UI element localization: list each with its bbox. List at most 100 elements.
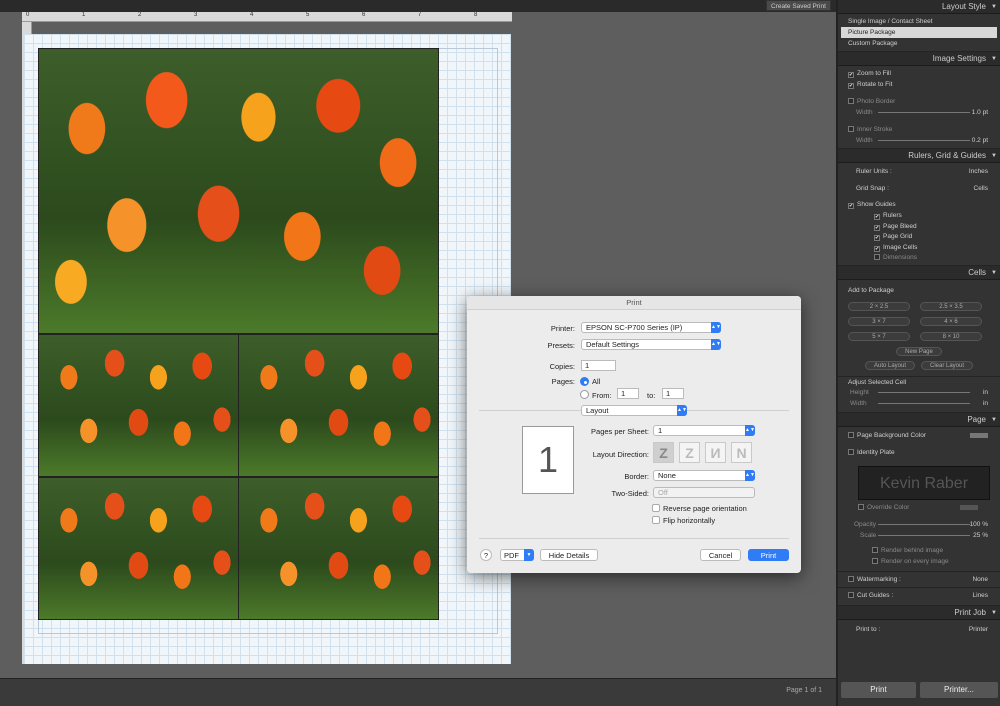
create-saved-print-button[interactable]: Create Saved Print (766, 0, 831, 11)
rulers-grid-header[interactable]: Rulers, Grid & Guides (838, 149, 1000, 163)
clear-layout-button[interactable]: Clear Layout (921, 360, 973, 370)
cut-guides-row[interactable]: Cut Guides : Lines (838, 586, 1000, 604)
ruler-units-row[interactable]: Ruler Units : Inches (838, 165, 1000, 179)
override-color-option[interactable]: Override Color (838, 502, 1000, 513)
direction-option[interactable]: Z (679, 442, 700, 463)
layout-style-custom[interactable]: Custom Package (841, 38, 997, 49)
watermarking-value[interactable]: None (972, 572, 988, 588)
border-select[interactable]: None ▲▼ (653, 470, 755, 481)
show-guides-option[interactable]: ✔ Show Guides (838, 199, 1000, 210)
pages-to-input[interactable]: 1 (662, 388, 684, 399)
checkbox-icon[interactable] (858, 503, 864, 510)
photo-border-option[interactable]: Photo Border (838, 96, 1000, 107)
grid-snap-value[interactable]: Cells (974, 182, 988, 196)
photo-cell-small[interactable] (238, 477, 439, 620)
identity-plate-option[interactable]: Identity Plate (838, 446, 1000, 460)
checkbox-icon[interactable]: ✔ (874, 235, 880, 241)
stroke-slider[interactable] (878, 140, 970, 141)
print-to-value[interactable]: Printer (969, 622, 988, 638)
photo-cell-small[interactable] (38, 477, 239, 620)
cancel-button[interactable]: Cancel (700, 549, 741, 561)
guide-image-cells[interactable]: ✔ Image Cells (838, 242, 1000, 253)
width-slider[interactable] (878, 112, 970, 113)
page-header[interactable]: Page (838, 412, 1000, 427)
identity-plate-preview[interactable]: Kevin Raber (858, 465, 990, 500)
render-every-option[interactable]: Render on every image (838, 556, 1000, 567)
print-to-row[interactable]: Print to : Printer (838, 622, 1000, 638)
photo-cell-small[interactable] (38, 334, 239, 477)
checkbox-icon[interactable] (872, 557, 878, 564)
new-page-button[interactable]: New Page (896, 346, 942, 356)
opacity-slider[interactable] (878, 523, 970, 525)
cell-size-button[interactable]: 2 × 2.5 (848, 301, 910, 311)
flip-checkbox[interactable] (652, 516, 660, 524)
photo-cell-large[interactable] (38, 48, 439, 334)
direction-option[interactable]: И (705, 442, 726, 463)
zoom-to-fill-option[interactable]: ✔ Zoom to Fill (838, 68, 1000, 79)
twosided-select[interactable]: Off (653, 487, 755, 498)
checkbox-icon[interactable] (872, 546, 878, 553)
print-confirm-button[interactable]: Print (748, 549, 789, 561)
stroke-width-row: Width 0.2 pt (838, 135, 1000, 146)
cell-size-button[interactable]: 3 × 7 (848, 316, 910, 326)
checkbox-icon[interactable] (848, 126, 854, 132)
inner-stroke-option[interactable]: Inner Stroke (838, 124, 1000, 135)
checkbox-icon[interactable] (848, 448, 854, 455)
checkbox-icon[interactable]: ✔ (848, 83, 854, 89)
cell-size-button[interactable]: 8 × 10 (920, 331, 982, 341)
checkbox-icon[interactable]: ✔ (848, 72, 854, 78)
render-behind-option[interactable]: Render behind image (838, 545, 1000, 556)
width-slider[interactable] (878, 402, 970, 404)
rotate-to-fit-option[interactable]: ✔ Rotate to Fit (838, 79, 1000, 90)
checkbox-icon[interactable] (848, 431, 854, 438)
pages-all-radio[interactable] (580, 377, 589, 386)
checkbox-icon[interactable]: ✔ (874, 214, 880, 220)
checkbox-icon[interactable] (848, 591, 854, 598)
color-swatch[interactable] (970, 432, 988, 438)
color-swatch[interactable] (960, 504, 978, 510)
height-slider[interactable] (878, 391, 970, 393)
checkbox-icon[interactable]: ✔ (874, 224, 880, 231)
help-button[interactable]: ? (480, 549, 492, 561)
cell-size-button[interactable]: 2.5 × 3.5 (920, 301, 982, 311)
checkbox-icon[interactable]: ✔ (848, 203, 854, 209)
scale-slider[interactable] (878, 534, 970, 536)
checkbox-icon[interactable] (848, 575, 854, 582)
printer-button[interactable]: Printer... (919, 682, 998, 698)
copies-input[interactable]: 1 (581, 360, 616, 371)
pps-select[interactable]: 1 ▲▼ (653, 425, 755, 436)
cells-header[interactable]: Cells (838, 265, 1000, 280)
checkbox-icon[interactable] (848, 98, 854, 104)
pdf-menu-button[interactable]: PDF ▼ (500, 549, 534, 561)
watermarking-row[interactable]: Watermarking : None (838, 570, 1000, 588)
presets-select[interactable]: Default Settings ▲▼ (581, 339, 721, 350)
cell-size-button[interactable]: 4 × 6 (920, 316, 982, 326)
direction-option[interactable]: Z (653, 442, 674, 463)
page-bg-color-option[interactable]: Page Background Color (838, 429, 1000, 443)
reverse-checkbox[interactable] (652, 504, 660, 512)
guide-rulers[interactable]: ✔ Rulers (838, 210, 1000, 221)
print-job-header[interactable]: Print Job (838, 605, 1000, 620)
print-button[interactable]: Print (841, 682, 916, 698)
pages-from-input[interactable]: 1 (617, 388, 639, 399)
checkbox-icon[interactable] (874, 254, 880, 260)
guide-page-grid[interactable]: ✔ Page Grid (838, 231, 1000, 242)
hide-details-button[interactable]: Hide Details (540, 549, 598, 561)
photo-cell-small[interactable] (238, 334, 439, 477)
checkbox-icon[interactable]: ✔ (874, 245, 880, 252)
cut-guides-value[interactable]: Lines (972, 588, 988, 604)
layout-style-picture-package[interactable]: Picture Package (841, 27, 997, 38)
guide-page-bleed[interactable]: ✔ Page Bleed (838, 221, 1000, 232)
pages-range-radio[interactable] (580, 390, 589, 399)
guide-dimensions[interactable]: Dimensions (838, 252, 1000, 263)
ruler-units-value[interactable]: Inches (969, 165, 988, 179)
layout-style-header[interactable]: Layout Style (838, 0, 1000, 14)
auto-layout-button[interactable]: Auto Layout (865, 360, 915, 370)
layout-style-single[interactable]: Single Image / Contact Sheet (841, 16, 997, 27)
direction-option[interactable]: N (731, 442, 752, 463)
section-select[interactable]: Layout ▲▼ (581, 405, 687, 416)
image-settings-header[interactable]: Image Settings (838, 52, 1000, 66)
grid-snap-row[interactable]: Grid Snap : Cells (838, 182, 1000, 196)
cell-size-button[interactable]: 5 × 7 (848, 331, 910, 341)
printer-select[interactable]: EPSON SC-P700 Series (IP) ▲▼ (581, 322, 721, 333)
